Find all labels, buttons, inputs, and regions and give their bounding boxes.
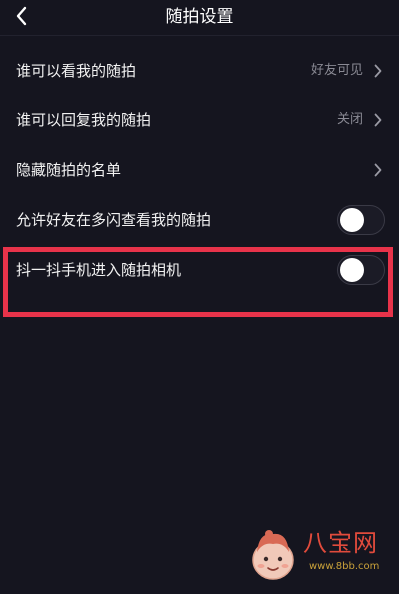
toggle-knob [340,208,364,232]
top-bar: 随拍设置 [0,0,399,34]
setting-row-hidden-list[interactable]: 隐藏随拍的名单 [0,146,399,194]
watermark-url: www.8bb.com [309,561,380,572]
chevron-right-icon [373,64,383,78]
setting-label: 谁可以看我的随拍 [16,62,137,80]
toggle-switch[interactable] [337,205,385,235]
toggle-switch[interactable] [337,255,385,285]
mascot-logo-icon [247,526,299,582]
chevron-right-icon [373,163,383,177]
chevron-right-icon [373,113,383,127]
watermark: 八宝网 www.8bb.com [247,522,387,588]
setting-label: 允许好友在多闪查看我的随拍 [16,211,212,229]
setting-label: 谁可以回复我的随拍 [16,111,152,129]
header-divider [0,35,399,36]
setting-row-who-can-view[interactable]: 谁可以看我的随拍 好友可见 [0,47,399,95]
setting-row-allow-friends-duoshan: 允许好友在多闪查看我的随拍 [0,196,399,244]
setting-label: 隐藏随拍的名单 [16,161,122,179]
setting-value: 好友可见 [310,63,363,78]
setting-row-shake-to-camera: 抖一抖手机进入随拍相机 [0,246,399,294]
setting-label: 抖一抖手机进入随拍相机 [16,261,182,279]
page-title: 随拍设置 [165,7,234,27]
watermark-brand: 八宝网 [303,529,378,557]
setting-row-who-can-reply[interactable]: 谁可以回复我的随拍 关闭 [0,96,399,144]
setting-value: 关闭 [336,112,363,127]
toggle-knob [340,258,364,282]
settings-page: 随拍设置 谁可以看我的随拍 好友可见 谁可以回复我的随拍 关闭 隐藏随拍的名单 [0,0,399,594]
